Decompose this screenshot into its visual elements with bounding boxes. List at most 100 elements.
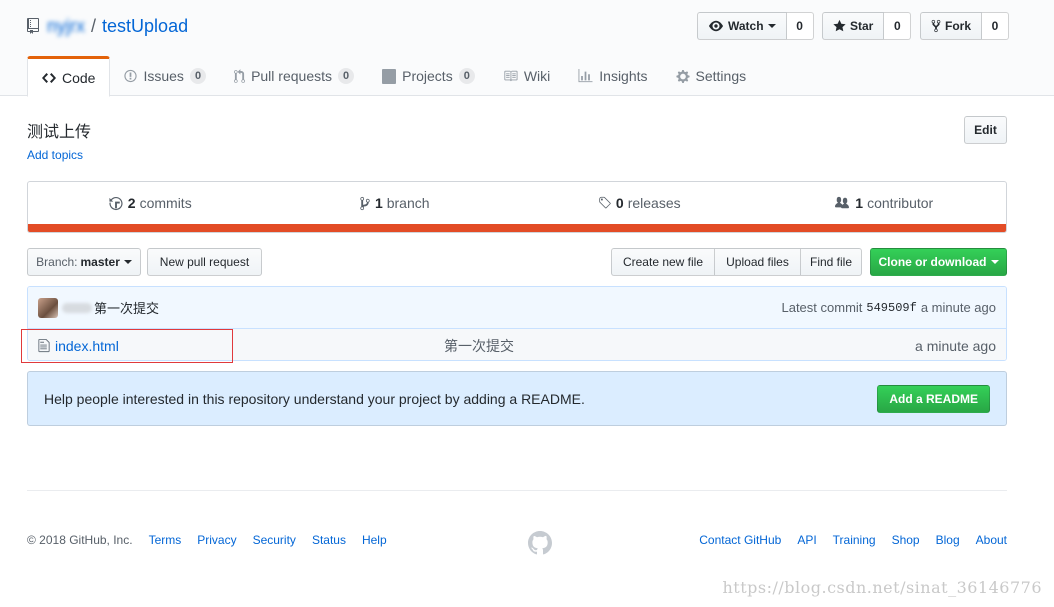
footer-link-api[interactable]: API [797, 533, 816, 547]
footer-link-shop[interactable]: Shop [892, 533, 920, 547]
tab-issues-label: Issues [143, 68, 184, 84]
upload-files-button[interactable]: Upload files [714, 248, 801, 276]
releases-link[interactable]: 0 releases [517, 182, 762, 224]
commit-sha-link[interactable]: 549509f [866, 301, 916, 315]
latest-commit-label: Latest commit [781, 300, 863, 315]
commits-count: 2 [127, 195, 136, 211]
tab-code-label: Code [62, 69, 96, 86]
chevron-down-icon [990, 260, 999, 264]
branch-select-button[interactable]: Branch: master [27, 248, 141, 276]
tab-projects-label: Projects [402, 68, 453, 84]
forks-count[interactable]: 0 [982, 12, 1010, 40]
tab-wiki-label: Wiki [523, 68, 551, 84]
tab-insights[interactable]: Insights [564, 56, 661, 96]
clone-or-download-button[interactable]: Clone or download [870, 248, 1007, 276]
tab-wiki[interactable]: Wiki [489, 56, 564, 96]
eye-icon [709, 20, 723, 32]
language-bar[interactable] [28, 224, 1006, 232]
new-pull-request-button[interactable]: New pull request [147, 248, 262, 276]
chevron-down-icon [123, 260, 132, 264]
watch-group: Watch 0 [697, 12, 814, 40]
project-icon [382, 68, 397, 84]
file-navigation: Branch: master New pull request Create n… [27, 248, 1007, 276]
repo-nav-tabs: Code Issues 0 Pull requests 0 Projects 0… [27, 56, 761, 97]
fork-label: Fork [945, 19, 972, 33]
watchers-count[interactable]: 0 [786, 12, 814, 40]
latest-commit-info: Latest commit 549509f a minute ago [781, 287, 996, 328]
branches-label: branch [386, 195, 430, 211]
fork-button[interactable]: Fork [920, 12, 983, 40]
star-button[interactable]: Star [822, 12, 885, 40]
footer-link-about[interactable]: About [976, 533, 1007, 547]
watch-label: Watch [728, 19, 764, 33]
tab-pull-requests-label: Pull requests [251, 68, 332, 84]
repo-icon [27, 18, 39, 34]
tab-settings[interactable]: Settings [662, 56, 761, 96]
repo-name-link[interactable]: testUpload [102, 16, 188, 37]
add-topics-link[interactable]: Add topics [27, 148, 83, 162]
issue-icon [124, 69, 138, 83]
fork-group: Fork 0 [920, 12, 1010, 40]
footer-link-contact[interactable]: Contact GitHub [699, 533, 781, 547]
star-label: Star [850, 19, 874, 33]
repo-description: 测试上传 [27, 124, 92, 141]
graph-icon [578, 69, 593, 83]
fork-icon [931, 19, 941, 33]
tab-projects[interactable]: Projects 0 [368, 56, 489, 96]
find-file-button[interactable]: Find file [800, 248, 862, 276]
commit-message-link[interactable]: 第一次提交 [94, 298, 159, 317]
footer-link-terms[interactable]: Terms [149, 533, 182, 547]
releases-label: releases [627, 195, 681, 211]
commit-tease: 第一次提交 Latest commit 549509f a minute ago [28, 287, 1006, 329]
footer-divider [27, 490, 1007, 491]
branch-select-prefix: Branch: [36, 255, 78, 269]
add-readme-button[interactable]: Add a README [877, 385, 990, 413]
commit-author-redacted[interactable] [62, 302, 92, 313]
footer-link-help[interactable]: Help [362, 533, 387, 547]
branches-link[interactable]: 1 branch [273, 182, 518, 224]
footer-right: Contact GitHub API Training Shop Blog Ab… [699, 533, 1007, 547]
readme-prompt: Help people interested in this repositor… [27, 371, 1007, 426]
footer-link-training[interactable]: Training [833, 533, 876, 547]
repo-title: nyjrx / testUpload [27, 14, 188, 38]
chevron-down-icon [767, 24, 776, 28]
tab-code[interactable]: Code [27, 56, 111, 97]
star-group: Star 0 [822, 12, 912, 40]
github-logo-icon[interactable] [528, 531, 552, 555]
copyright: © 2018 GitHub, Inc. [27, 533, 133, 547]
repo-header: nyjrx / testUpload Watch 0 Star 0 Fork 0… [0, 0, 1054, 97]
footer-left: © 2018 GitHub, Inc. Terms Privacy Securi… [27, 533, 387, 547]
watch-button[interactable]: Watch [697, 12, 787, 40]
releases-count: 0 [615, 195, 624, 211]
watermark: https://blog.csdn.net/sinat_36146776 [722, 578, 1042, 597]
readme-prompt-text: Help people interested in this repositor… [44, 390, 585, 407]
repo-owner-link[interactable]: nyjrx [47, 16, 85, 37]
footer-link-status[interactable]: Status [312, 533, 346, 547]
tab-insights-label: Insights [599, 68, 648, 84]
branches-count: 1 [374, 195, 383, 211]
book-icon [504, 70, 518, 82]
latest-commit-age: a minute ago [920, 300, 996, 315]
branch-icon [360, 196, 370, 210]
avatar[interactable] [38, 297, 58, 318]
footer-link-privacy[interactable]: Privacy [197, 533, 236, 547]
history-icon [109, 196, 123, 210]
contributors-label: contributor [867, 195, 934, 211]
contributors-link[interactable]: 1 contributor [762, 182, 1007, 224]
stargazers-count[interactable]: 0 [884, 12, 912, 40]
issues-counter: 0 [189, 68, 207, 84]
annotation-highlight-box [21, 329, 233, 363]
tab-issues[interactable]: Issues 0 [110, 56, 220, 96]
file-age: a minute ago [915, 337, 996, 354]
file-commit-message-link[interactable]: 第一次提交 [444, 336, 514, 356]
footer-link-blog[interactable]: Blog [936, 533, 960, 547]
contributors-count: 1 [855, 195, 864, 211]
edit-description-button[interactable]: Edit [964, 116, 1007, 144]
commits-link[interactable]: 2 commits [28, 182, 273, 224]
tag-icon [599, 196, 611, 209]
gear-icon [675, 69, 690, 83]
footer-link-security[interactable]: Security [253, 533, 296, 547]
tab-pull-requests[interactable]: Pull requests 0 [220, 56, 368, 96]
code-icon [42, 72, 56, 83]
create-new-file-button[interactable]: Create new file [611, 248, 715, 276]
